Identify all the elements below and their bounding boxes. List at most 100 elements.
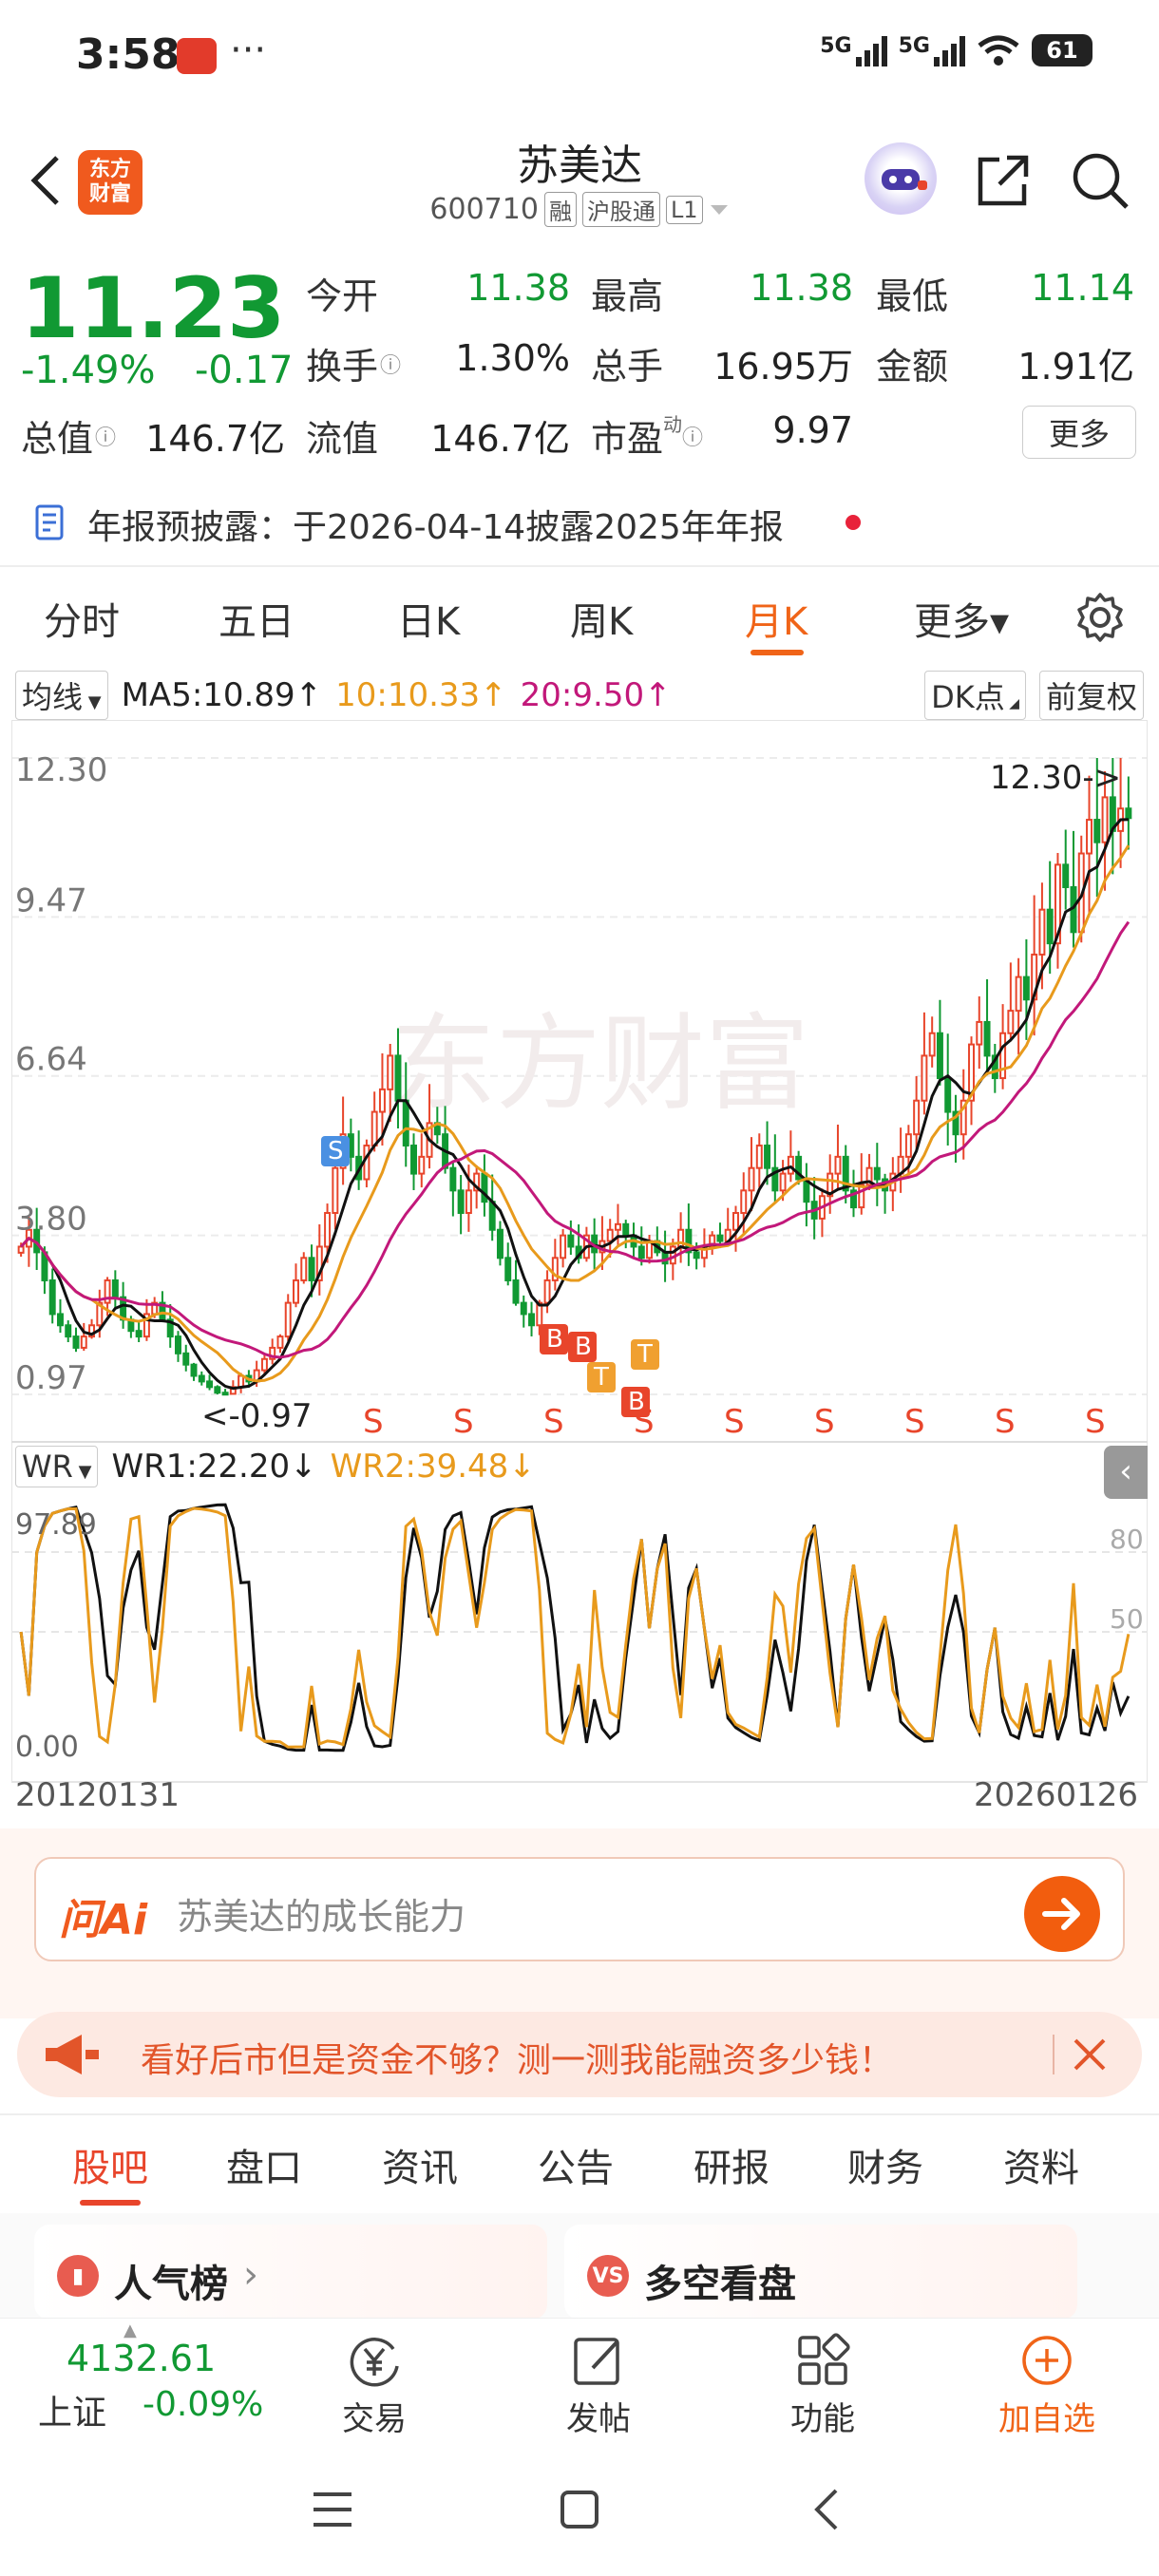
plus-circle-icon: [1022, 2336, 1072, 2385]
quote-panel: 11.23 -1.49% -0.17 今开 11.38 最高 11.38 最低 …: [0, 242, 1159, 480]
back-triangle-icon[interactable]: [808, 2487, 846, 2532]
collapse-panel-icon[interactable]: ‹: [1104, 1446, 1148, 1499]
candle-body: [1007, 1010, 1015, 1034]
annual-report-notice[interactable]: 年报预披露：于2026-04-14披露2025年年报: [0, 484, 1159, 560]
ma10-value: 10:10.33↑: [335, 676, 507, 714]
candle-body: [370, 1110, 378, 1147]
ma-selector[interactable]: 均线 ▼: [15, 671, 108, 720]
tab-intraday[interactable]: 分时: [44, 591, 120, 646]
nav-add-label: 加自选: [998, 2400, 1095, 2438]
connect-tag: 沪股通: [581, 192, 660, 227]
tab-weekly-k[interactable]: 周K: [570, 591, 633, 646]
x-start-date: 20120131: [15, 1776, 180, 1814]
nav-add-watchlist[interactable]: 加自选: [980, 2332, 1113, 2438]
gear-icon[interactable]: [1074, 591, 1127, 644]
ask-ai-placeholder: 苏美达的成长能力: [177, 1896, 466, 1938]
signal-badge-label: B: [628, 1388, 645, 1416]
active-tab-indicator: [750, 650, 804, 655]
wifi-icon: [978, 35, 1019, 66]
system-navigation: [0, 2441, 1159, 2576]
divider: [0, 565, 1159, 567]
ask-ai-submit-button[interactable]: [1024, 1876, 1100, 1952]
high-value: 11.38: [750, 267, 853, 309]
candle-body: [1046, 908, 1054, 945]
amount-label: 金额: [876, 346, 949, 388]
pe-label-group: 市盈动 ⓘ: [591, 409, 703, 462]
candle-body: [764, 1145, 771, 1169]
candle-body: [1125, 807, 1132, 820]
candle-body: [732, 1211, 739, 1231]
info-icon[interactable]: ⓘ: [95, 421, 116, 451]
dk-label: DK点: [931, 679, 1005, 715]
status-bar: 3:58 ··· 5G 5G 61: [0, 0, 1159, 114]
index-percent[interactable]: -0.09%: [142, 2385, 263, 2424]
ma-indicator-bar: 均线 ▼ MA5:10.89↑ 10:10.33↑ 20:9.50↑ DK点 ◢…: [0, 671, 1159, 720]
forum-cards: ▮ 人气榜 › VS 多空看盘: [0, 2213, 1159, 2320]
candle-body: [512, 1279, 520, 1304]
candle-body: [614, 1222, 621, 1231]
share-icon[interactable]: [973, 150, 1034, 211]
signal-badge-label: T: [593, 1363, 609, 1392]
margin-promo-banner[interactable]: 看好后市但是资金不够？测一测我能融资多少钱！: [17, 2012, 1142, 2097]
tab-daily-k[interactable]: 日K: [397, 591, 460, 646]
wr1-value: WR1:22.20↓: [111, 1448, 317, 1486]
candle-body: [284, 1301, 292, 1338]
bull-bear-card[interactable]: VS 多空看盘: [564, 2225, 1077, 2320]
tab-monthly-k[interactable]: 月K: [745, 591, 808, 646]
dropdown-triangle-icon[interactable]: [709, 203, 730, 217]
nav-post[interactable]: 发帖: [532, 2332, 665, 2438]
float-value: 146.7亿: [430, 418, 570, 460]
index-name[interactable]: 上证: [38, 2385, 106, 2434]
wr-selector[interactable]: WR ▼: [15, 1446, 99, 1487]
status-indicators: 5G 5G 61: [820, 34, 1092, 66]
home-square-icon[interactable]: [557, 2487, 602, 2532]
x-end-date: 20260126: [973, 1776, 1138, 1814]
candle-body: [300, 1257, 308, 1281]
search-icon[interactable]: [1070, 150, 1130, 211]
close-icon[interactable]: [1068, 2033, 1112, 2076]
candle-body: [394, 1054, 402, 1102]
kline-chart[interactable]: 东方财富 12.309.476.643.800.9712.30-><-0.97 …: [11, 720, 1148, 1822]
info-icon[interactable]: ⓘ: [380, 349, 401, 379]
nav-function[interactable]: 功能: [756, 2332, 889, 2438]
menu-icon[interactable]: [310, 2489, 355, 2530]
arrow-right-icon: [1042, 1898, 1080, 1930]
tab-news[interactable]: 资讯: [382, 2137, 458, 2192]
dk-button[interactable]: DK点 ◢: [924, 671, 1026, 720]
tab-research[interactable]: 研报: [694, 2137, 770, 2192]
tab-more-periods[interactable]: 更多▾: [914, 591, 1009, 646]
info-icon[interactable]: ⓘ: [682, 421, 703, 451]
candle-body: [198, 1374, 205, 1383]
tab-forum[interactable]: 股吧: [72, 2137, 148, 2192]
tab-announcements[interactable]: 公告: [538, 2137, 614, 2192]
candle-body: [567, 1234, 575, 1248]
candle-body: [387, 1054, 394, 1090]
adjust-button[interactable]: 前复权: [1038, 671, 1144, 720]
more-button[interactable]: 更多: [1022, 406, 1136, 459]
tab-finance[interactable]: 财务: [847, 2137, 923, 2192]
wr-selector-label: WR: [22, 1449, 73, 1485]
megaphone-icon: [46, 2035, 99, 2074]
index-value[interactable]: 4132.61: [66, 2338, 216, 2379]
candle-body: [834, 1155, 842, 1175]
volume-label: 总手: [591, 346, 664, 388]
max-price-label: 12.30->: [990, 759, 1121, 797]
tab-order-book[interactable]: 盘口: [226, 2137, 302, 2192]
info-tabs: 股吧 盘口 资讯 公告 研报 财务 资料: [0, 2116, 1159, 2211]
low-value: 11.14: [1031, 267, 1134, 309]
ai-robot-icon[interactable]: [864, 142, 937, 215]
ask-ai-input[interactable]: 问Ai 苏美达的成长能力: [34, 1857, 1125, 1961]
y-tick-label: 12.30: [15, 751, 107, 789]
candle-body: [17, 1245, 25, 1254]
ma5-value: MA5:10.89↑: [121, 676, 323, 714]
candle-body: [65, 1324, 72, 1338]
change-amount: -0.17: [195, 349, 294, 392]
tab-profile[interactable]: 资料: [1003, 2137, 1079, 2192]
candle-body: [238, 1374, 245, 1389]
tab-five-day[interactable]: 五日: [218, 591, 294, 646]
candle-body: [190, 1363, 198, 1377]
amount-value: 1.91亿: [1017, 346, 1134, 388]
candle-body: [206, 1380, 214, 1389]
popularity-card[interactable]: ▮ 人气榜 ›: [34, 2225, 547, 2320]
nav-trade[interactable]: 交易: [308, 2332, 441, 2438]
